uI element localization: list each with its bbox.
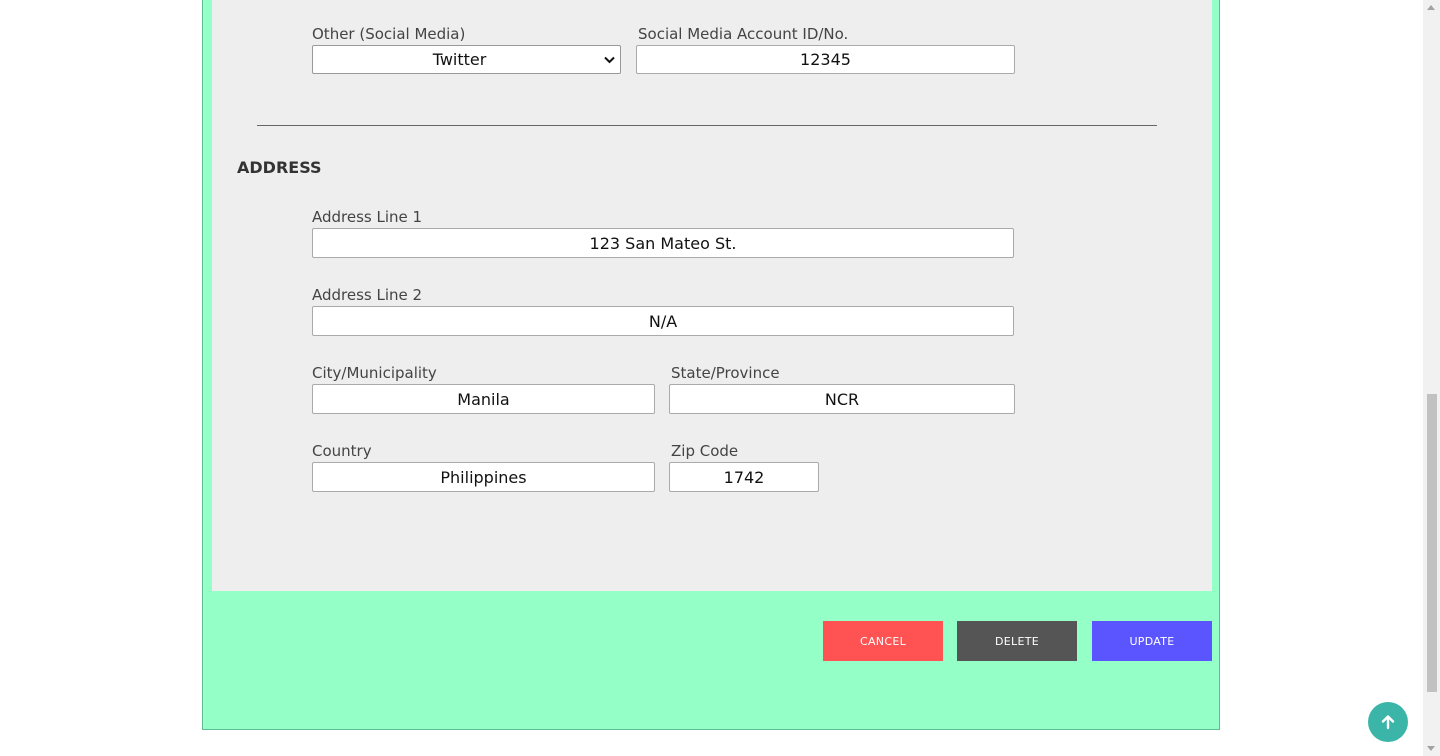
address-line2-input[interactable] [312,306,1014,336]
social-media-select[interactable]: Twitter [312,45,621,74]
social-media-other-label: Other (Social Media) [312,25,466,43]
scroll-down-icon[interactable] [1427,746,1435,751]
address-section-title: ADDRESS [237,158,322,177]
arrow-up-icon [1381,715,1395,730]
state-label: State/Province [671,364,780,382]
back-to-top-button[interactable] [1368,702,1408,742]
social-account-input[interactable] [636,45,1015,74]
zip-label: Zip Code [671,442,739,460]
update-button[interactable]: UPDATE [1092,621,1212,661]
country-label: Country [312,442,372,460]
address-line1-input[interactable] [312,228,1014,258]
section-divider [257,125,1157,126]
social-media-select-value: Twitter [432,50,487,69]
cancel-button[interactable]: CANCEL [823,621,943,661]
scroll-up-icon[interactable] [1427,5,1435,10]
page-scrollbar[interactable] [1423,0,1440,756]
scrollbar-thumb[interactable] [1427,394,1437,692]
country-input[interactable] [312,462,655,492]
address-line2-label: Address Line 2 [312,286,423,304]
social-account-label: Social Media Account ID/No. [638,25,849,43]
delete-button[interactable]: DELETE [957,621,1077,661]
city-input[interactable] [312,384,655,414]
zip-input[interactable] [669,462,819,492]
state-input[interactable] [669,384,1015,414]
chevron-down-icon [598,56,620,64]
city-label: City/Municipality [312,364,437,382]
address-line1-label: Address Line 1 [312,208,423,226]
